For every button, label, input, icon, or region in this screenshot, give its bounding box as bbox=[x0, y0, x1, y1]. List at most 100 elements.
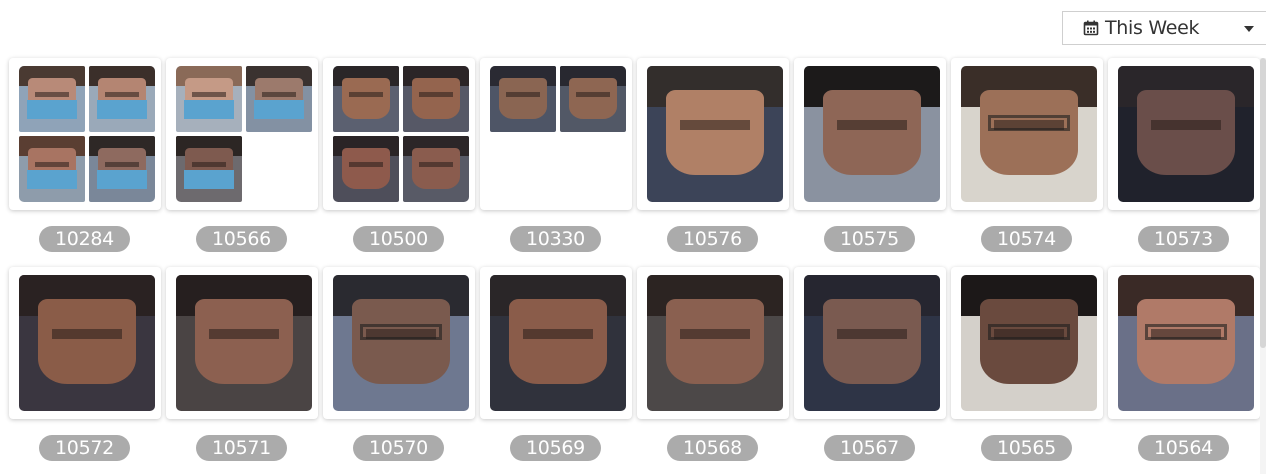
snapshot-card[interactable] bbox=[637, 58, 789, 210]
snapshot-id-badge: 10569 bbox=[510, 435, 601, 461]
snapshot-id-badge: 10566 bbox=[196, 226, 287, 252]
snapshot-id-badge: 10571 bbox=[196, 435, 287, 461]
face-thumbnail bbox=[1118, 66, 1254, 202]
snapshot-item: 10565 bbox=[951, 267, 1103, 474]
face-image bbox=[89, 66, 155, 132]
snapshot-id-badge: 10564 bbox=[1138, 435, 1229, 461]
face-tile bbox=[333, 136, 399, 202]
face-image bbox=[176, 136, 242, 202]
face-image bbox=[961, 275, 1097, 411]
snapshot-card[interactable] bbox=[9, 267, 161, 419]
snapshot-id-badge: 10284 bbox=[39, 226, 130, 252]
face-group-thumbnail bbox=[19, 66, 155, 202]
face-image bbox=[246, 66, 312, 132]
snapshot-card[interactable] bbox=[323, 58, 475, 210]
face-tile bbox=[19, 136, 85, 202]
snapshot-item: 10572 bbox=[9, 267, 161, 474]
snapshot-item: 10569 bbox=[480, 267, 632, 474]
face-thumbnail bbox=[804, 66, 940, 202]
snapshot-grid: 10284 10566 10500 10330 10576 10575 10574 10573… bbox=[9, 58, 1260, 474]
face-image bbox=[490, 275, 626, 411]
face-thumbnail bbox=[647, 66, 783, 202]
face-image bbox=[647, 66, 783, 202]
snapshot-card[interactable] bbox=[1108, 58, 1260, 210]
face-thumbnail bbox=[490, 275, 626, 411]
face-thumbnail bbox=[961, 275, 1097, 411]
face-group-thumbnail bbox=[176, 66, 312, 202]
face-tile bbox=[333, 66, 399, 132]
snapshot-item: 10575 bbox=[794, 58, 946, 267]
face-image bbox=[19, 66, 85, 132]
snapshot-item: 10570 bbox=[323, 267, 475, 474]
date-range-label: This Week bbox=[1105, 17, 1200, 39]
snapshot-card[interactable] bbox=[166, 267, 318, 419]
snapshot-card[interactable] bbox=[480, 58, 632, 210]
face-thumbnail bbox=[333, 275, 469, 411]
snapshot-card[interactable] bbox=[637, 267, 789, 419]
face-image bbox=[333, 136, 399, 202]
face-image bbox=[19, 136, 85, 202]
snapshot-card[interactable] bbox=[794, 58, 946, 210]
snapshot-id-badge: 10573 bbox=[1138, 226, 1229, 252]
face-tile bbox=[19, 66, 85, 132]
snapshot-id-badge: 10565 bbox=[981, 435, 1072, 461]
face-image bbox=[961, 66, 1097, 202]
face-image bbox=[804, 66, 940, 202]
snapshot-id-badge: 10576 bbox=[667, 226, 758, 252]
face-thumbnail bbox=[19, 275, 155, 411]
snapshot-card[interactable] bbox=[951, 267, 1103, 419]
face-thumbnail bbox=[804, 275, 940, 411]
snapshot-card[interactable] bbox=[1108, 267, 1260, 419]
snapshot-card[interactable] bbox=[480, 267, 632, 419]
face-thumbnail bbox=[1118, 275, 1254, 411]
snapshot-item: 10500 bbox=[323, 58, 475, 267]
snapshot-card[interactable] bbox=[323, 267, 475, 419]
face-tile bbox=[490, 66, 556, 132]
face-image bbox=[403, 136, 469, 202]
snapshot-item: 10573 bbox=[1108, 58, 1260, 267]
face-tile bbox=[89, 66, 155, 132]
face-image bbox=[176, 66, 242, 132]
face-thumbnail bbox=[961, 66, 1097, 202]
snapshot-card[interactable] bbox=[9, 58, 161, 210]
face-thumbnail bbox=[647, 275, 783, 411]
vertical-scrollbar[interactable] bbox=[1260, 58, 1266, 474]
face-image bbox=[89, 136, 155, 202]
snapshot-id-badge: 10574 bbox=[981, 226, 1072, 252]
face-tile bbox=[176, 66, 242, 132]
date-range-dropdown[interactable]: This Week bbox=[1062, 11, 1266, 45]
face-image bbox=[1118, 66, 1254, 202]
snapshot-id-badge: 10572 bbox=[39, 435, 130, 461]
face-image bbox=[333, 66, 399, 132]
face-image bbox=[490, 66, 556, 132]
snapshot-card[interactable] bbox=[794, 267, 946, 419]
snapshot-item: 10568 bbox=[637, 267, 789, 474]
face-image bbox=[176, 275, 312, 411]
face-group-thumbnail bbox=[490, 66, 626, 202]
snapshot-item: 10574 bbox=[951, 58, 1103, 267]
face-image bbox=[1118, 275, 1254, 411]
face-thumbnail bbox=[176, 275, 312, 411]
face-image bbox=[647, 275, 783, 411]
face-tile bbox=[403, 66, 469, 132]
face-tile bbox=[176, 136, 242, 202]
face-tile bbox=[89, 136, 155, 202]
snapshot-id-badge: 10330 bbox=[510, 226, 601, 252]
calendar-icon bbox=[1083, 20, 1099, 36]
face-image bbox=[804, 275, 940, 411]
face-tile bbox=[246, 66, 312, 132]
face-image bbox=[333, 275, 469, 411]
snapshot-item: 10576 bbox=[637, 58, 789, 267]
snapshot-card[interactable] bbox=[951, 58, 1103, 210]
caret-down-icon bbox=[1244, 26, 1254, 32]
snapshot-id-badge: 10570 bbox=[353, 435, 444, 461]
snapshot-item: 10330 bbox=[480, 58, 632, 267]
snapshot-gallery: This Week 10284 10566 10500 10330 10576 10575… bbox=[0, 0, 1266, 474]
snapshot-id-badge: 10568 bbox=[667, 435, 758, 461]
snapshot-id-badge: 10567 bbox=[824, 435, 915, 461]
snapshot-item: 10566 bbox=[166, 58, 318, 267]
scrollbar-thumb[interactable] bbox=[1260, 58, 1266, 348]
snapshot-item: 10571 bbox=[166, 267, 318, 474]
snapshot-card[interactable] bbox=[166, 58, 318, 210]
face-image bbox=[403, 66, 469, 132]
